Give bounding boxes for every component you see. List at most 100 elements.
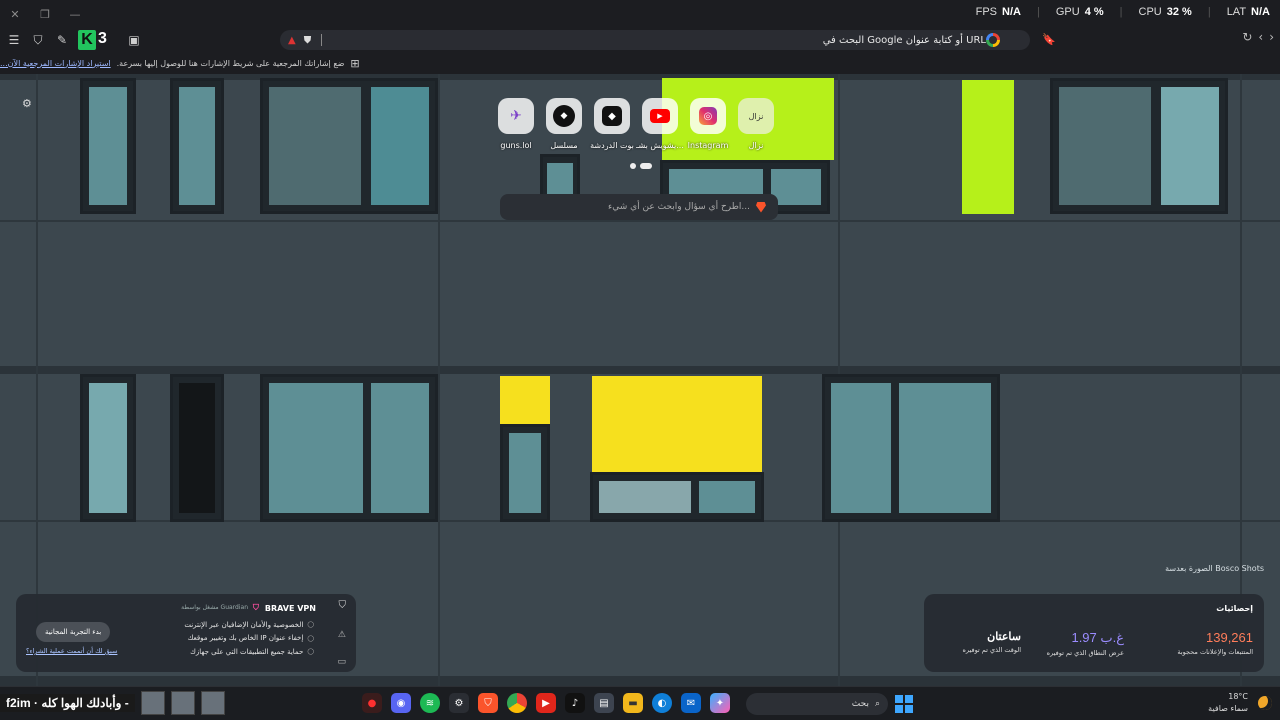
latency-readout: LAT N/A — [1226, 6, 1270, 18]
top-site-tile[interactable]: ◆ مسلسل — [544, 98, 584, 150]
menu-icon[interactable]: ☰ — [4, 30, 24, 50]
top-site-tile[interactable]: نزال نزال — [736, 98, 776, 150]
search-placeholder[interactable]: بحث — [852, 699, 869, 709]
instagram-icon: ◎ — [690, 98, 726, 134]
vpn-feature-list: ◯ الخصوصية والأمان الإضافيان عبر الإنترنت… — [184, 618, 314, 659]
store-icon[interactable]: ▤ — [594, 693, 614, 713]
youtube-app-icon[interactable]: ▶ — [536, 693, 556, 713]
top-site-tile[interactable]: ▶ يشويش بشـ... — [636, 98, 684, 150]
browser-window: ✕ ❐ — FPS N/A | GPU 4 % | CPU 32 % | LAT N/A… — [0, 0, 1280, 720]
top-site-tile[interactable]: ✈ guns.lol — [496, 98, 536, 150]
check-icon: ◯ — [307, 648, 314, 656]
search-icon: ⌕ — [874, 699, 880, 709]
shield-icon[interactable]: ⛉ — [28, 30, 48, 50]
gun-icon: ✈ — [498, 98, 534, 134]
vpn-title: ⛉ BRAVE VPN — [252, 603, 316, 613]
media-thumbnail[interactable] — [140, 691, 165, 715]
media-thumbnail[interactable] — [170, 691, 195, 715]
vpn-powered-by: مشغل بواسطة Guardian — [181, 604, 248, 611]
page-dot-active[interactable] — [640, 163, 652, 169]
outlook-icon[interactable]: ✉ — [681, 693, 701, 713]
search-box[interactable]: اطرح أي سؤال وابحث عن أي شيء... — [500, 194, 778, 220]
google-icon — [986, 33, 1000, 47]
steam-icon[interactable]: ⚙ — [449, 693, 469, 713]
chatbot-icon: ◆ — [594, 98, 630, 134]
brave-shields-icon[interactable]: ⛊ — [304, 35, 312, 46]
k-extension-icon[interactable]: K — [78, 30, 96, 50]
apps-grid-icon[interactable]: ⊞ — [350, 57, 359, 70]
taskbar-apps: ● ◉ ≋ ⚙ ⛉ ▶ ♪ ▤ ▬ ◐ ✉ ✦ — [362, 693, 730, 713]
gpu-readout: GPU 4 % — [1055, 6, 1104, 18]
moon-icon — [1258, 696, 1272, 710]
top-site-label: بوت الدردشة — [590, 141, 634, 150]
back-icon[interactable]: ‹ — [1258, 30, 1263, 44]
time-saved-stat: ساعتان الوقت الذي تم توفيره — [962, 631, 1021, 654]
check-icon: ◯ — [307, 621, 314, 629]
top-site-label: Instagram — [687, 141, 729, 150]
close-window-icon[interactable]: ✕ — [0, 0, 30, 28]
top-sites: نزال نزال ◎ Instagram ▶ يشويش بشـ... ◆ ب… — [496, 98, 776, 150]
forward-icon[interactable]: › — [1269, 30, 1274, 44]
bandwidth-saved-stat: 1.97 غ.ب عرض النطاق الذي تم توفيره — [1046, 630, 1124, 657]
restore-window-icon[interactable]: ❐ — [30, 0, 60, 28]
screenshot-icon[interactable]: ▣ — [124, 30, 144, 50]
fps-readout: FPS N/A — [975, 6, 1021, 18]
media-widget[interactable]: f2im · وأبادلك الهوا كله - — [0, 691, 225, 715]
top-site-label: يشويش بشـ... — [636, 141, 684, 150]
youtube-icon: ▶ — [642, 98, 678, 134]
address-input[interactable]: البحث في Google أو كتابة عنوان URL — [823, 35, 986, 46]
page-dot[interactable] — [630, 163, 636, 169]
tiktok-icon[interactable]: ♪ — [565, 693, 585, 713]
minimize-window-icon[interactable]: — — [60, 0, 90, 28]
browser-toolbar: ☰ ⛉ ✎ K 3 ▣ ▲ ⛊ البحث في Google أو كتابة… — [0, 28, 1280, 52]
stats-title: إحصائيات — [1216, 604, 1253, 613]
vpn-feature-item: ◯ الخصوصية والأمان الإضافيان عبر الإنترنت — [184, 620, 314, 629]
app-icon[interactable]: ● — [362, 693, 382, 713]
bookmarks-bar: ⊞ ضع إشاراتك المرجعية على شريط الإشارات … — [0, 52, 1280, 74]
spotify-icon[interactable]: ≋ — [420, 693, 440, 713]
reload-icon[interactable]: ↻ — [1242, 30, 1252, 44]
brave-icon[interactable]: ⛉ — [478, 693, 498, 713]
weather-widget[interactable]: 18°C سماء صافية — [1208, 691, 1272, 715]
title-bar: ✕ ❐ — FPS N/A | GPU 4 % | CPU 32 % | LAT N/A — [0, 0, 1280, 28]
brave-rewards-icon[interactable]: ▲ — [288, 35, 296, 46]
weather-temp: 18°C — [1228, 692, 1248, 701]
already-purchased-link[interactable]: سبق لك أن أتممت عملية الشراء؟ — [26, 647, 117, 655]
vpn-feature-item: ◯ إخفاء عنوان IP الخاص بك وتغيير موقعك — [187, 634, 314, 643]
discord-icon[interactable]: ◉ — [391, 693, 411, 713]
bookmarks-message: ضع إشاراتك المرجعية على شريط الإشارات هن… — [116, 58, 345, 68]
windows-start-icon[interactable] — [895, 695, 913, 713]
top-site-label: نزال — [748, 141, 764, 150]
customize-gear-icon[interactable]: ⚙ — [22, 97, 32, 110]
media-thumbnail[interactable] — [200, 691, 225, 715]
taskbar: f2im · وأبادلك الهوا كله - ● ◉ ≋ ⚙ ⛉ ▶ ♪… — [0, 686, 1280, 720]
copilot-icon[interactable]: ✦ — [710, 693, 730, 713]
performance-overlay: FPS N/A | GPU 4 % | CPU 32 % | LAT N/A — [975, 6, 1270, 18]
taskbar-search[interactable]: بحث ⌕ — [746, 693, 888, 715]
import-bookmarks-link[interactable]: استيراد الإشارات المرجعية الآن... — [0, 59, 111, 68]
vpn-widget-icon[interactable]: ⛉ — [339, 600, 347, 611]
photo-credit[interactable]: الصورة بعدسة Bosco Shots — [1165, 564, 1264, 573]
chrome-icon[interactable] — [507, 693, 527, 713]
vpn-alert-icon[interactable]: ⚠ — [338, 630, 346, 640]
search-input[interactable]: اطرح أي سؤال وابحث عن أي شيء... — [608, 202, 750, 212]
brave-search-icon — [756, 201, 766, 213]
top-site-tile[interactable]: ◎ Instagram — [688, 98, 728, 150]
trackers-blocked-stat: 139,261 المتتبعات والإعلانات محجوبة — [1177, 630, 1253, 656]
start-free-trial-button[interactable]: بدء التجربة المجانية — [36, 622, 111, 642]
file-explorer-icon[interactable]: ▬ — [623, 693, 643, 713]
weather-desc: سماء صافية — [1208, 704, 1248, 713]
stats-card: إحصائيات 139,261 المتتبعات والإعلانات مح… — [924, 594, 1264, 672]
extension-icon[interactable]: ✎ — [52, 30, 72, 50]
top-site-label: guns.lol — [500, 141, 532, 150]
bookmark-icon[interactable]: 🔖 — [1042, 33, 1056, 46]
media-ticker[interactable]: f2im · وأبادلك الهوا كله - — [0, 694, 135, 712]
edge-icon[interactable]: ◐ — [652, 693, 672, 713]
address-bar[interactable]: ▲ ⛊ البحث في Google أو كتابة عنوان URL 🔖 — [280, 30, 1056, 50]
check-icon: ◯ — [307, 634, 314, 642]
nzal-icon: نزال — [738, 98, 774, 134]
three-extension-icon[interactable]: 3 — [98, 30, 110, 50]
vpn-chat-icon[interactable]: ▭ — [337, 657, 346, 667]
top-site-label: مسلسل — [550, 141, 578, 150]
top-site-tile[interactable]: ◆ بوت الدردشة — [590, 98, 634, 150]
